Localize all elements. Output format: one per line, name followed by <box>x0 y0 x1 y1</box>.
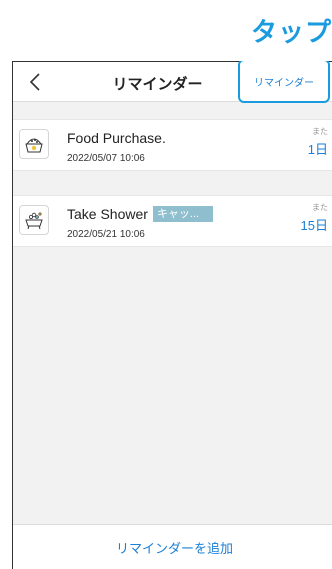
pet-food-bowl-icon <box>19 129 49 159</box>
reminder-date: 2022/05/07 10:06 <box>67 153 145 164</box>
remaining-days: 1日 <box>307 142 328 157</box>
reminder-remaining: また 1日 <box>308 126 328 158</box>
reminder-button[interactable]: リマインダー <box>238 61 330 103</box>
reminder-title: Take Shower <box>67 206 148 222</box>
bathtub-icon <box>19 205 49 235</box>
add-reminder-label: リマインダーを追加 <box>115 540 233 556</box>
remaining-days: 15日 <box>300 218 328 233</box>
remaining-prefix: また <box>312 127 328 136</box>
reminder-title: Food Purchase. <box>67 130 166 146</box>
app-screen: リマインダー リマインダー Food Purchase. 2022/05/07 … <box>12 61 332 569</box>
tap-annotation: タップ <box>250 18 332 48</box>
add-reminder-button[interactable]: リマインダーを追加 <box>13 524 332 569</box>
reminder-remaining: また 15日 <box>301 202 328 234</box>
reminder-item[interactable]: Food Purchase. 2022/05/07 10:06 また 1日 <box>13 119 332 171</box>
reminder-date: 2022/05/21 10:06 <box>67 229 145 240</box>
category-tag: キャッ... <box>152 206 213 222</box>
remaining-prefix: また <box>312 203 328 212</box>
navigation-bar: リマインダー リマインダー <box>13 61 332 103</box>
reminder-item[interactable]: Take Shower キャッ... 2022/05/21 10:06 また 1… <box>13 195 332 247</box>
reminder-button-label: リマインダー <box>254 77 314 89</box>
